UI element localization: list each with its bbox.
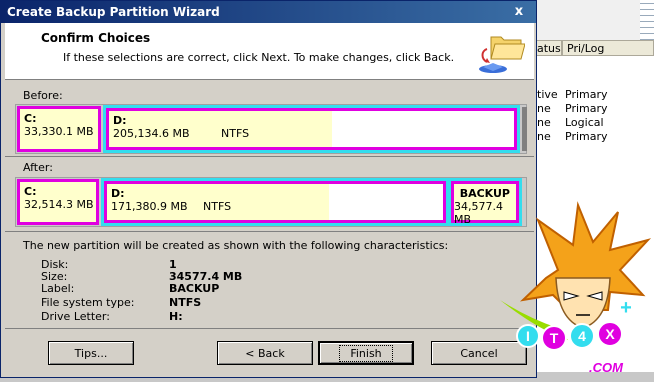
disk-map-before: C: 33,330.1 MB D: 205,134.6 MB NTFS — [15, 104, 527, 154]
header-title: Confirm Choices — [41, 31, 151, 45]
divider — [5, 156, 534, 157]
header-subtitle: If these selections are correct, click N… — [63, 51, 455, 64]
svg-text:.COM: .COM — [589, 360, 624, 375]
svg-text:+: + — [620, 297, 632, 319]
partition-c-before[interactable]: C: 33,330.1 MB — [17, 106, 101, 152]
wizard-titlebar[interactable]: Create Backup Partition Wizard x — [1, 1, 536, 23]
divider — [5, 231, 534, 232]
divider — [5, 328, 534, 329]
tips-button[interactable]: Tips... — [48, 341, 134, 365]
close-button[interactable]: x — [512, 5, 526, 19]
filesystem-value: NTFS — [169, 296, 202, 309]
svg-text:I: I — [526, 328, 530, 344]
wizard-header: Confirm Choices If these selections are … — [5, 23, 534, 80]
scroll-indicator — [522, 107, 527, 151]
disk-map-after: C: 32,514.3 MB D: 171,380.9 MB NTFS BACK… — [15, 177, 527, 227]
svg-text:T: T — [550, 330, 559, 346]
column-header-pri-log[interactable]: Pri/Log — [562, 40, 654, 56]
it4x-watermark-logo: I T 4 X + .COM — [500, 201, 652, 375]
wizard-title: Create Backup Partition Wizard — [7, 5, 220, 19]
background-toolbar — [640, 0, 654, 40]
partition-d-before[interactable]: D: 205,134.6 MB NTFS — [106, 108, 517, 150]
characteristics-description: The new partition will be created as sho… — [23, 239, 449, 252]
folder-backup-icon — [479, 36, 525, 73]
before-label: Before: — [23, 89, 63, 102]
back-button[interactable]: < Back — [217, 341, 313, 365]
drive-letter-label: Drive Letter: — [41, 310, 110, 323]
label-label: Label: — [41, 282, 75, 295]
svg-text:4: 4 — [578, 328, 586, 344]
partition-d-after[interactable]: D: 171,380.9 MB NTFS — [104, 181, 446, 223]
drive-letter-value: H: — [169, 310, 183, 323]
after-label: After: — [23, 161, 53, 174]
filesystem-label: File system type: — [41, 296, 135, 309]
svg-text:X: X — [605, 326, 615, 342]
partition-c-after[interactable]: C: 32,514.3 MB — [17, 179, 99, 225]
label-value: BACKUP — [169, 282, 220, 295]
wizard-dialog: Create Backup Partition Wizard x Confirm… — [0, 0, 537, 378]
finish-button[interactable]: Finish — [318, 341, 414, 365]
